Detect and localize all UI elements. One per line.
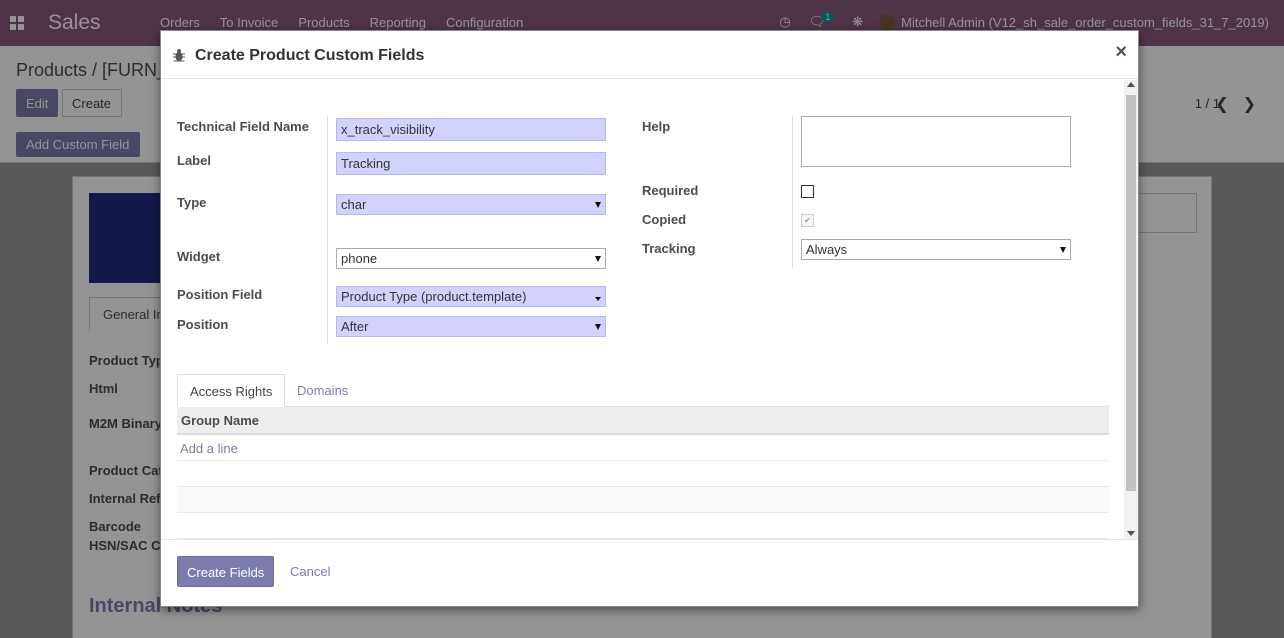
- table-row: [177, 487, 1109, 513]
- scroll-up-arrow-icon[interactable]: [1127, 82, 1135, 87]
- label-technical-field-name: Technical Field Name: [177, 119, 309, 134]
- group-name-column-header[interactable]: Group Name: [177, 407, 1109, 435]
- tracking-select[interactable]: Always: [801, 239, 1071, 260]
- help-textarea[interactable]: [801, 116, 1071, 167]
- label-position-field: Position Field: [177, 287, 263, 302]
- label-widget: Widget: [177, 249, 221, 264]
- caret-down-icon: [595, 256, 601, 262]
- technical-field-name-input[interactable]: x_track_visibility: [336, 118, 606, 141]
- widget-select-value: phone: [341, 251, 378, 266]
- left-group-separator: [327, 116, 328, 344]
- position-field-select[interactable]: Product Type (product.template): [336, 286, 606, 307]
- caret-down-icon: [595, 202, 601, 208]
- close-icon[interactable]: ×: [1115, 41, 1127, 64]
- add-line-link[interactable]: Add a line: [177, 435, 1109, 461]
- label-position: Position: [177, 317, 229, 332]
- required-checkbox[interactable]: [801, 185, 814, 198]
- widget-select[interactable]: phone: [336, 248, 606, 269]
- tab-access-rights[interactable]: Access Rights: [177, 374, 286, 407]
- type-select-value: char: [341, 197, 367, 212]
- caret-down-icon: [1060, 247, 1066, 253]
- dialog-header: Create Product Custom Fields ×: [161, 31, 1138, 79]
- dialog-title: Create Product Custom Fields: [195, 47, 425, 64]
- copied-checkbox: ✔: [801, 214, 814, 227]
- bug-icon: [173, 49, 185, 62]
- label-copied: Copied: [642, 212, 687, 227]
- dialog-body: Technical Field Name Label Type Widget P…: [161, 80, 1138, 539]
- tab-domains[interactable]: Domains: [285, 374, 360, 407]
- scroll-down-arrow-icon[interactable]: [1127, 531, 1135, 536]
- table-row: [177, 461, 1109, 487]
- right-group-separator: [792, 116, 793, 268]
- position-field-value: Product Type (product.template): [341, 289, 527, 304]
- label-required: Required: [642, 183, 699, 198]
- position-select[interactable]: After: [336, 316, 606, 337]
- label-tracking: Tracking: [642, 241, 696, 256]
- label-type: Type: [177, 195, 207, 210]
- scrollbar-thumb[interactable]: [1126, 95, 1136, 491]
- position-select-value: After: [341, 319, 369, 334]
- create-fields-button[interactable]: Create Fields: [177, 556, 274, 587]
- tracking-select-value: Always: [806, 242, 848, 257]
- cancel-button[interactable]: Cancel: [290, 564, 330, 579]
- type-select[interactable]: char: [336, 194, 606, 215]
- dialog-scrollbar[interactable]: [1124, 80, 1138, 539]
- dialog-footer: Create Fields Cancel: [161, 539, 1138, 606]
- label-input[interactable]: Tracking: [336, 152, 606, 175]
- label-label: Label: [177, 153, 211, 168]
- notebook-tabs: Access Rights Domains: [177, 374, 1109, 407]
- create-custom-fields-dialog: Create Product Custom Fields × Technical…: [160, 30, 1139, 607]
- caret-down-icon: [595, 297, 601, 301]
- label-help: Help: [642, 119, 671, 134]
- table-row: [177, 513, 1109, 539]
- caret-down-icon: [595, 324, 601, 330]
